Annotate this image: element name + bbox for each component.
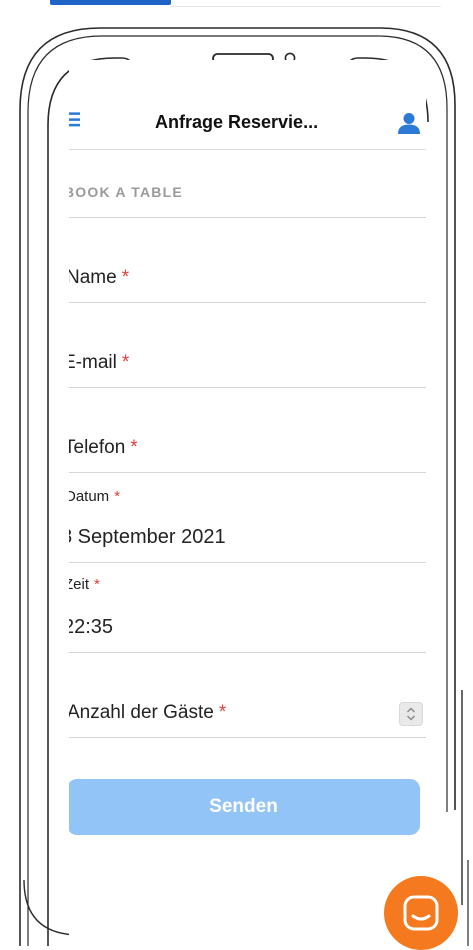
date-underline — [69, 562, 426, 563]
time-underline — [69, 652, 426, 653]
date-label: Datum — [69, 488, 110, 505]
required-marker: * — [121, 352, 130, 373]
guests-stepper[interactable] — [399, 702, 423, 726]
submit-button[interactable]: Senden — [69, 779, 420, 835]
required-marker: * — [121, 267, 130, 288]
email-label: E-mail — [69, 352, 117, 373]
app-header: ☰ Anfrage Reservie... — [69, 60, 426, 150]
name-underline — [69, 302, 426, 303]
date-label-row: Datum * — [69, 488, 120, 505]
required-marker: * — [114, 488, 121, 505]
required-marker: * — [130, 437, 138, 458]
chat-launcher-button[interactable] — [384, 876, 458, 950]
email-underline — [69, 387, 426, 388]
name-label: Name — [69, 267, 117, 288]
section-heading: BOOK A TABLE — [69, 184, 183, 200]
phone-underline — [69, 472, 426, 473]
chat-icon — [403, 895, 439, 931]
time-input[interactable]: 22:35 — [69, 616, 113, 639]
guests-underline — [69, 737, 426, 738]
required-marker: * — [218, 702, 227, 723]
required-marker: * — [94, 576, 100, 593]
guests-field[interactable]: Anzahl der Gäste * — [69, 702, 226, 724]
email-field[interactable]: E-mail * — [69, 352, 129, 374]
menu-icon[interactable]: ☰ — [69, 110, 81, 130]
time-label: Zeit — [69, 576, 90, 593]
user-icon[interactable] — [397, 111, 421, 135]
phone-screen: ☰ Anfrage Reservie... BOOK A TABLE Name *… — [69, 60, 426, 947]
stepper-arrows-icon — [407, 707, 415, 721]
time-label-row: Zeit* — [69, 576, 100, 593]
guests-label: Anzahl der Gäste — [69, 702, 214, 723]
date-input[interactable]: 8 September 2021 — [69, 526, 226, 549]
phone-field[interactable]: Telefon * — [69, 437, 138, 459]
section-divider — [69, 217, 426, 218]
phone-label: Telefon — [69, 437, 126, 458]
page-title: Anfrage Reservie... — [155, 112, 319, 132]
name-field[interactable]: Name * — [69, 267, 129, 289]
